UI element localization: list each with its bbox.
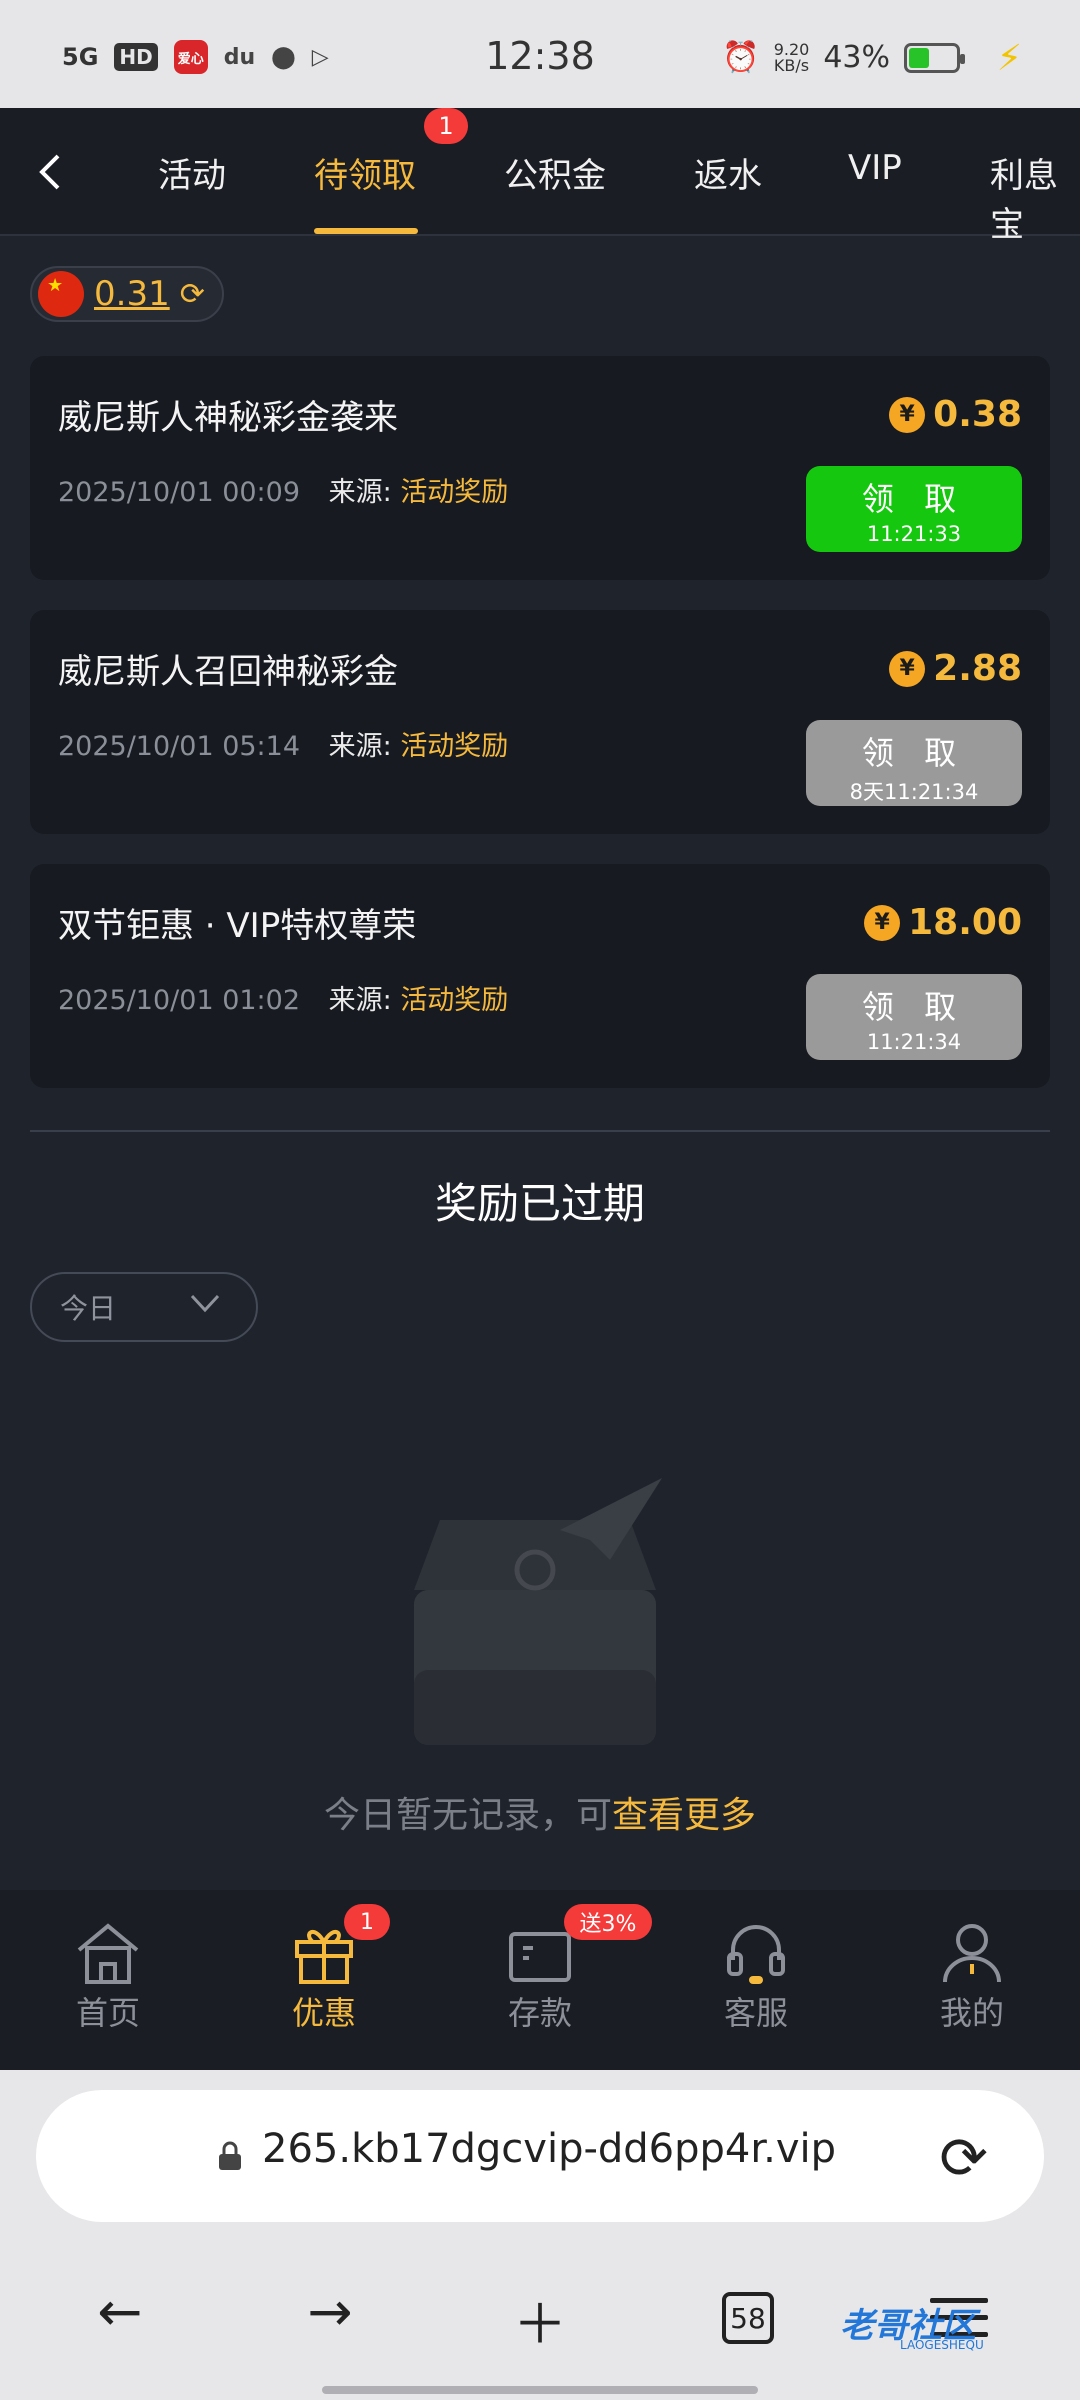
claim-timer: 8天11:21:34 xyxy=(849,780,979,804)
reward-amount: ¥ 2.88 xyxy=(889,648,1022,689)
battery-icon xyxy=(904,42,965,73)
claim-label: 领 取 xyxy=(861,480,967,518)
claim-timer: 11:21:34 xyxy=(866,1030,962,1054)
claim-label: 领 取 xyxy=(861,988,967,1026)
bottom-tab-label: 首页 xyxy=(75,1994,140,2032)
wallet-icon xyxy=(505,1920,575,1986)
bottom-tab-label: 客服 xyxy=(723,1994,788,2032)
reward-amount: ¥ 18.00 xyxy=(864,902,1022,943)
url-bar[interactable]: 265.kb17dgcvip-dd6pp4r.vip ⟳ xyxy=(36,2090,1044,2222)
tab-pending[interactable]: 待领取 xyxy=(314,148,416,197)
net-speed-unit: KB/s xyxy=(773,55,810,75)
net-speed: 9.20 KB/s xyxy=(773,41,810,75)
bottom-tab-profile[interactable]: 我的 xyxy=(902,1920,1042,2034)
refresh-icon[interactable]: ⟳ xyxy=(180,277,205,312)
tab-activity[interactable]: 活动 xyxy=(158,148,226,197)
tab-interest[interactable]: 利息宝 xyxy=(990,148,1080,246)
bottom-tab-label: 存款 xyxy=(507,1994,572,2032)
claim-timer: 11:21:33 xyxy=(866,522,962,546)
reward-card: 威尼斯人召回神秘彩金 2025/10/01 05:14 来源: 活动奖励 ¥ 2… xyxy=(30,610,1050,834)
reload-icon[interactable]: ⟳ xyxy=(939,2124,988,2192)
battery-percent: 43% xyxy=(823,40,890,75)
view-more-link[interactable]: 查看更多 xyxy=(612,1795,756,1836)
reward-title: 双节钜惠 · VIP特权尊荣 xyxy=(58,906,417,946)
date-filter-select[interactable]: 今日 xyxy=(30,1272,258,1342)
bottom-tab-label: 优惠 xyxy=(291,1994,356,2032)
bottom-tab-bar: 首页 优惠 1 存款 送3% 客服 我的 xyxy=(0,1890,1080,2070)
coin-icon: ¥ xyxy=(864,904,901,941)
expired-section-title: 奖励已过期 xyxy=(434,1179,645,1228)
tab-switcher-button[interactable]: 58 xyxy=(722,2292,774,2344)
bottom-tab-support[interactable]: 客服 xyxy=(686,1920,826,2034)
reward-card: 威尼斯人神秘彩金袭来 2025/10/01 00:09 来源: 活动奖励 ¥ 0… xyxy=(30,356,1050,580)
chevron-down-icon xyxy=(188,1286,222,1328)
claim-label: 领 取 xyxy=(861,734,967,772)
claim-button[interactable]: 领 取 8天11:21:34 xyxy=(806,720,1022,806)
claim-button[interactable]: 领 取 11:21:34 xyxy=(806,974,1022,1060)
reward-source: 活动奖励 xyxy=(400,477,509,508)
tab-vip[interactable]: VIP xyxy=(848,148,902,188)
watermark-subtitle: LAOGESHEQU xyxy=(900,2338,984,2352)
back-icon[interactable]: ← xyxy=(80,2280,160,2343)
section-divider xyxy=(30,1130,1050,1132)
bottom-tab-label: 我的 xyxy=(939,1994,1004,2032)
bottom-tab-home[interactable]: 首页 xyxy=(38,1920,178,2034)
reward-date: 2025/10/01 05:14 xyxy=(58,731,301,762)
reward-source: 活动奖励 xyxy=(400,731,509,762)
reward-source-label: 来源: xyxy=(328,731,392,762)
tab-provident[interactable]: 公积金 xyxy=(504,148,606,197)
claim-button[interactable]: 领 取 11:21:33 xyxy=(806,466,1022,552)
coin-icon: ¥ xyxy=(889,650,926,687)
reward-source-label: 来源: xyxy=(328,477,392,508)
active-tab-indicator xyxy=(314,228,418,234)
deposit-badge: 送3% xyxy=(564,1904,652,1940)
tab-badge: 1 xyxy=(424,108,468,144)
balance-value: 0.31 xyxy=(94,274,170,314)
empty-state-message: 今日暂无记录，可 xyxy=(323,1795,612,1836)
reward-amount: ¥ 0.38 xyxy=(889,394,1022,435)
promo-badge: 1 xyxy=(344,1904,390,1940)
coin-icon: ¥ xyxy=(889,396,926,433)
reward-source-label: 来源: xyxy=(328,985,392,1016)
tab-rebate[interactable]: 返水 xyxy=(694,148,762,197)
reward-title: 威尼斯人神秘彩金袭来 xyxy=(58,398,398,438)
reward-meta: 2025/10/01 01:02 来源: 活动奖励 xyxy=(58,978,508,1017)
headset-icon xyxy=(721,1920,791,1986)
reward-amount-value: 0.38 xyxy=(933,394,1022,435)
reward-card: 双节钜惠 · VIP特权尊荣 2025/10/01 01:02 来源: 活动奖励… xyxy=(30,864,1050,1088)
charging-icon: ⚡ xyxy=(996,38,1022,79)
reward-amount-value: 18.00 xyxy=(908,902,1022,943)
status-bar: 5G HD 爱心 du ⬤ ▷ 12:38 ⏰ 9.20 KB/s 43% ⚡ xyxy=(0,0,1080,108)
forward-icon[interactable]: → xyxy=(290,2280,370,2343)
lock-icon xyxy=(216,2140,244,2172)
reward-amount-value: 2.88 xyxy=(933,648,1022,689)
url-text: 265.kb17dgcvip-dd6pp4r.vip xyxy=(262,2126,837,2172)
empty-box-icon xyxy=(400,1470,670,1750)
top-nav: 活动 待领取 1 公积金 返水 VIP 利息宝 xyxy=(0,108,1080,245)
home-indicator[interactable] xyxy=(322,2386,758,2394)
user-icon xyxy=(937,1920,1007,1986)
reward-title: 威尼斯人召回神秘彩金 xyxy=(58,652,398,692)
china-flag-icon xyxy=(38,271,84,317)
status-right: ⏰ 9.20 KB/s 43% xyxy=(722,40,965,75)
home-icon xyxy=(73,1920,143,1986)
empty-state-text: 今日暂无记录，可查看更多 xyxy=(0,1786,1080,1838)
reward-meta: 2025/10/01 05:14 来源: 活动奖励 xyxy=(58,724,508,763)
browser-chrome: 265.kb17dgcvip-dd6pp4r.vip ⟳ ← → ＋ 58 老哥… xyxy=(0,2070,1080,2400)
reward-date: 2025/10/01 00:09 xyxy=(58,477,301,508)
new-tab-icon[interactable]: ＋ xyxy=(500,2280,580,2359)
balance-chip[interactable]: 0.31 ⟳ xyxy=(30,266,224,322)
back-arrow-icon[interactable] xyxy=(30,150,74,194)
reward-source: 活动奖励 xyxy=(400,985,509,1016)
reward-date: 2025/10/01 01:02 xyxy=(58,985,301,1016)
reward-meta: 2025/10/01 00:09 来源: 活动奖励 xyxy=(58,470,508,509)
date-filter-value: 今日 xyxy=(60,1292,117,1325)
alarm-icon: ⏰ xyxy=(722,40,760,75)
